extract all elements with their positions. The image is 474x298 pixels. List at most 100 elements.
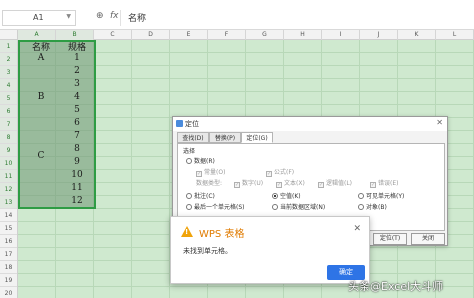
- row-header-7[interactable]: 7: [0, 118, 17, 131]
- row-header-12[interactable]: 12: [0, 183, 17, 196]
- radio-selected-icon: [272, 193, 278, 199]
- option-numbers-label: 数字(U): [242, 180, 264, 187]
- cell-b1[interactable]: 规格: [58, 40, 96, 53]
- option-logical-label: 逻辑值(L): [326, 180, 353, 187]
- cell-b-value[interactable]: 12: [58, 196, 96, 206]
- cell-b-value[interactable]: 2: [58, 66, 96, 76]
- cell-b-value[interactable]: 10: [58, 170, 96, 180]
- row-header-5[interactable]: 5: [0, 92, 17, 105]
- formula-separator: [120, 10, 121, 26]
- option-blanks-label: 空值(K): [280, 193, 301, 200]
- row-header-14[interactable]: 14: [0, 209, 17, 222]
- column-header-i[interactable]: I: [322, 30, 360, 40]
- fx-icon[interactable]: fx: [110, 11, 119, 21]
- row-header-10[interactable]: 10: [0, 157, 17, 170]
- option-errors[interactable]: ✓ 错误(E): [370, 178, 398, 188]
- option-last-cell[interactable]: 最后一个单元格(S): [186, 202, 245, 211]
- dialog-titlebar[interactable]: 定位 ✕: [173, 117, 447, 131]
- option-data[interactable]: 数据(R): [186, 156, 215, 165]
- column-header-h[interactable]: H: [284, 30, 322, 40]
- cell-b-value[interactable]: 3: [58, 79, 96, 89]
- close-icon[interactable]: ✕: [353, 224, 361, 234]
- column-header-c[interactable]: C: [94, 30, 132, 40]
- option-objects-label: 对象(B): [366, 204, 387, 211]
- row-header-3[interactable]: 3: [0, 66, 17, 79]
- tab-find[interactable]: 查找(D): [177, 132, 209, 143]
- option-constants-label: 常量(O): [204, 169, 226, 176]
- option-comments-label: 批注(C): [194, 193, 215, 200]
- row-header-16[interactable]: 16: [0, 235, 17, 248]
- option-objects[interactable]: 对象(B): [358, 202, 387, 211]
- select-all-corner[interactable]: [0, 30, 18, 40]
- cell-b-value[interactable]: 11: [58, 183, 96, 193]
- column-header-a[interactable]: A: [18, 30, 56, 40]
- column-header-d[interactable]: D: [132, 30, 170, 40]
- tab-replace[interactable]: 替换(P): [209, 132, 241, 143]
- row-header-2[interactable]: 2: [0, 53, 17, 66]
- checkbox-icon: ✓: [318, 182, 324, 188]
- watermark-text: 头条@Excel大斗师: [348, 280, 444, 293]
- zoom-icon[interactable]: ⊕: [96, 11, 104, 21]
- close-icon[interactable]: ✕: [436, 118, 443, 127]
- cell-b-value[interactable]: 8: [58, 144, 96, 154]
- column-header-f[interactable]: F: [208, 30, 246, 40]
- column-header-j[interactable]: J: [360, 30, 398, 40]
- formula-bar: A1 ▼ ⊕ fx 名称: [0, 0, 474, 30]
- warning-mark-icon: !: [185, 228, 189, 236]
- radio-icon: [186, 204, 192, 210]
- option-comments[interactable]: 批注(C): [186, 191, 215, 200]
- row-header-15[interactable]: 15: [0, 222, 17, 235]
- cell-a-value[interactable]: B: [22, 92, 60, 102]
- option-logical[interactable]: ✓ 逻辑值(L): [318, 178, 352, 188]
- name-box[interactable]: A1 ▼: [2, 10, 76, 26]
- option-formulas-label: 公式(F): [274, 169, 295, 176]
- option-visible-cells[interactable]: 可见单元格(Y): [358, 191, 404, 200]
- data-type-label: 数据类型:: [196, 180, 223, 187]
- row-header-11[interactable]: 11: [0, 170, 17, 183]
- message-title: WPS 表格: [199, 229, 245, 240]
- option-errors-label: 错误(E): [378, 180, 399, 187]
- row-header-20[interactable]: 20: [0, 287, 17, 298]
- option-blanks[interactable]: 空值(K): [272, 191, 301, 200]
- row-header-6[interactable]: 6: [0, 105, 17, 118]
- cell-b-value[interactable]: 6: [58, 118, 96, 128]
- row-header-13[interactable]: 13: [0, 196, 17, 209]
- option-constants[interactable]: ✓ 常量(O): [196, 167, 225, 177]
- column-header-b[interactable]: B: [56, 30, 94, 40]
- column-header-e[interactable]: E: [170, 30, 208, 40]
- row-header-9[interactable]: 9: [0, 144, 17, 157]
- checkbox-icon: ✓: [266, 171, 272, 177]
- checkbox-icon: ✓: [276, 182, 282, 188]
- cell-a1[interactable]: 名称: [22, 40, 60, 53]
- row-header-4[interactable]: 4: [0, 79, 17, 92]
- row-header-17[interactable]: 17: [0, 248, 17, 261]
- column-header-k[interactable]: K: [398, 30, 436, 40]
- close-button[interactable]: 关闭: [411, 233, 445, 245]
- row-header-8[interactable]: 8: [0, 131, 17, 144]
- row-header-19[interactable]: 19: [0, 274, 17, 287]
- checkbox-icon: ✓: [234, 182, 240, 188]
- option-numbers[interactable]: ✓ 数字(U): [234, 178, 263, 188]
- option-formulas[interactable]: ✓ 公式(F): [266, 167, 294, 177]
- cell-a-value[interactable]: A: [22, 53, 60, 63]
- option-text[interactable]: ✓ 文本(X): [276, 178, 305, 188]
- cell-b-value[interactable]: 9: [58, 157, 96, 167]
- cell-a-value[interactable]: C: [22, 151, 60, 161]
- tab-goto[interactable]: 定位(G): [241, 132, 273, 143]
- option-current-region[interactable]: 当前数据区域(N): [272, 202, 325, 211]
- option-visible-cells-label: 可见单元格(Y): [366, 193, 405, 200]
- cell-b-value[interactable]: 1: [58, 53, 96, 63]
- group-label: 选择: [183, 148, 196, 155]
- chevron-down-icon[interactable]: ▼: [66, 13, 71, 20]
- option-current-region-label: 当前数据区域(N): [280, 204, 326, 211]
- cell-b-value[interactable]: 7: [58, 131, 96, 141]
- formula-content[interactable]: 名称: [128, 11, 146, 24]
- cell-b-value[interactable]: 5: [58, 105, 96, 115]
- column-header-l[interactable]: L: [436, 30, 474, 40]
- column-header-g[interactable]: G: [246, 30, 284, 40]
- goto-button[interactable]: 定位(T): [373, 233, 407, 245]
- name-box-value: A1: [33, 13, 44, 22]
- row-header-18[interactable]: 18: [0, 261, 17, 274]
- row-header-1[interactable]: 1: [0, 40, 17, 53]
- cell-b-value[interactable]: 4: [58, 92, 96, 102]
